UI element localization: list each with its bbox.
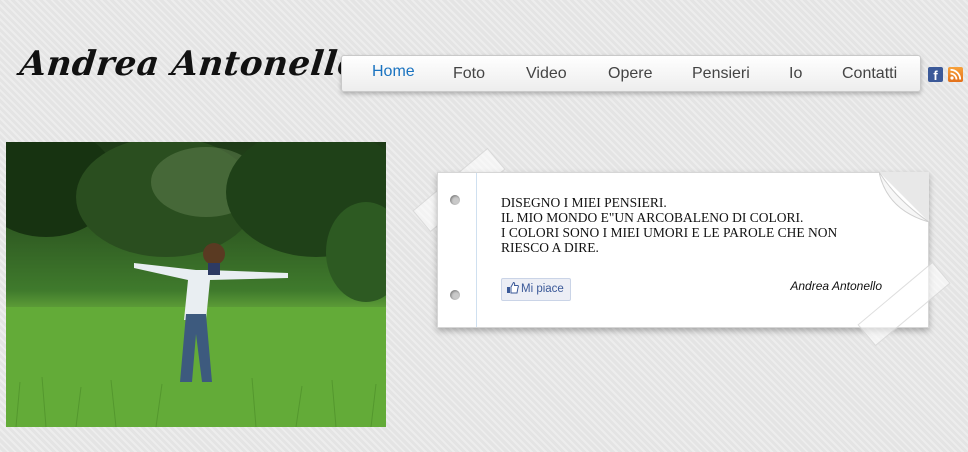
quote-card: DISEGNO I MIEI PENSIERI. IL MIO MONDO E"… — [437, 172, 929, 328]
nav-item-contatti[interactable]: Contatti — [842, 56, 897, 91]
main-nav: Home Foto Video Opere Pensieri Io Contat… — [341, 55, 921, 92]
nav-item-foto[interactable]: Foto — [453, 56, 485, 91]
nav-item-home[interactable]: Home — [372, 54, 415, 89]
quote-line: RIESCO A DIRE. — [501, 240, 599, 255]
thumbs-up-icon — [507, 281, 519, 294]
nav-item-pensieri[interactable]: Pensieri — [692, 56, 750, 91]
quote-line: I COLORI SONO I MIEI UMORI E LE PAROLE C… — [501, 225, 838, 240]
rss-icon[interactable] — [948, 67, 963, 82]
quote-line: DISEGNO I MIEI PENSIERI. — [501, 195, 667, 210]
like-button[interactable]: Mi piace — [501, 278, 571, 301]
quote-author: Andrea Antonello — [790, 279, 882, 293]
photo-illustration — [6, 142, 386, 427]
facebook-icon[interactable]: f — [928, 67, 943, 83]
nav-item-io[interactable]: Io — [789, 56, 802, 91]
like-label: Mi piace — [521, 283, 564, 295]
quote-line: IL MIO MONDO E"UN ARCOBALENO DI COLORI. — [501, 210, 804, 225]
punch-hole — [450, 290, 460, 300]
hero-photo — [6, 142, 386, 427]
page-curl-corner — [879, 172, 929, 222]
quote-text: DISEGNO I MIEI PENSIERI. IL MIO MONDO E"… — [501, 195, 881, 255]
margin-line — [476, 173, 477, 327]
site-logo[interactable]: Andrea Antonello — [18, 44, 363, 84]
punch-hole — [450, 195, 460, 205]
nav-item-opere[interactable]: Opere — [608, 56, 652, 91]
nav-item-video[interactable]: Video — [526, 56, 567, 91]
